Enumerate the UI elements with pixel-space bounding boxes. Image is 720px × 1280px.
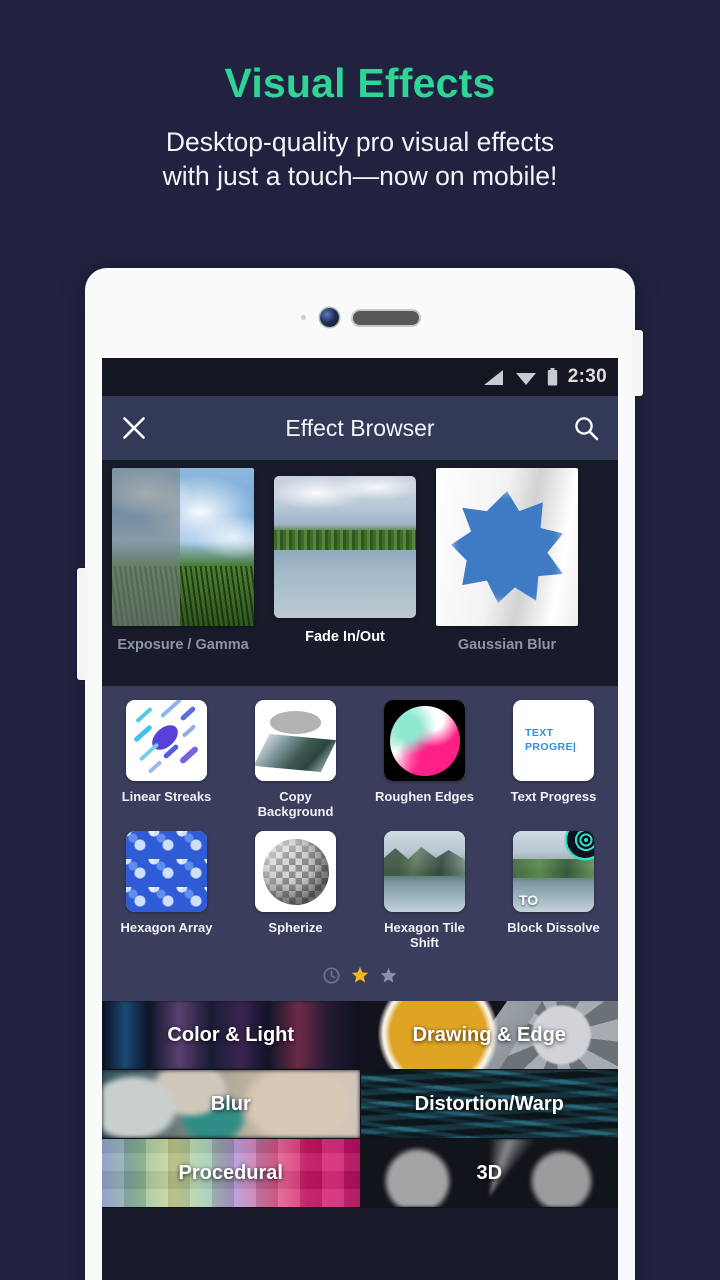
gaussian-blur-thumbnail (436, 468, 578, 626)
featured-item-label: Gaussian Blur (457, 637, 557, 653)
promo-title: Visual Effects (224, 60, 496, 106)
star-icon[interactable] (380, 967, 397, 984)
featured-item-gaussian-blur[interactable]: Gaussian Blur (436, 468, 578, 653)
roughen-edges-thumbnail (384, 700, 465, 781)
battery-icon (547, 368, 557, 386)
featured-item-label: Exposure / Gamma (117, 637, 249, 653)
category-row: Procedural 3D (102, 1139, 618, 1209)
category-tile-color-light[interactable]: Color & Light (102, 1001, 361, 1071)
category-tile-label: 3D (476, 1161, 503, 1184)
search-icon (574, 416, 598, 440)
promo-header: Visual Effects Desktop-quality pro visua… (0, 0, 720, 194)
category-row: Blur Distortion/Warp (102, 1070, 618, 1140)
effects-grid-row: Linear Streaks Copy Background Roughen E… (102, 700, 618, 831)
status-bar-clock: 2:30 (567, 366, 607, 387)
grass-layer (112, 565, 254, 626)
effect-item-hexagon-array[interactable]: Hexagon Array (102, 831, 231, 962)
wifi-icon (515, 372, 536, 385)
linear-streaks-thumbnail (126, 700, 207, 781)
text-progress-thumbnail: TEXT PROGRE| (513, 700, 594, 781)
sphere-shape-icon (262, 838, 329, 905)
category-tile-distortion-warp[interactable]: Distortion/Warp (360, 1070, 618, 1140)
thumbnail-text-line-1: TEXT (525, 726, 554, 739)
app-bar: Effect Browser (102, 396, 618, 460)
effect-item-block-dissolve[interactable]: TO Block Dissolve (489, 831, 618, 962)
hexagon-tile-shift-thumbnail (384, 831, 465, 913)
effects-grid-row: Hexagon Array Spherize Hexagon Tile Shif… (102, 831, 618, 962)
star-filled-icon[interactable] (351, 966, 369, 984)
proximity-sensor-icon (301, 315, 306, 320)
search-button[interactable] (554, 396, 618, 460)
effect-item-copy-background[interactable]: Copy Background (231, 700, 360, 831)
effect-item-spherize[interactable]: Spherize (231, 831, 360, 962)
front-camera-icon (320, 308, 339, 327)
category-tile-3d[interactable]: 3D (360, 1139, 618, 1209)
block-dissolve-thumbnail: TO (513, 831, 594, 913)
category-tile-label: Blur (210, 1092, 251, 1115)
effects-grid: Linear Streaks Copy Background Roughen E… (102, 686, 618, 1002)
effect-item-text-progress[interactable]: TEXT PROGRE| Text Progress (489, 700, 618, 831)
promo-subtitle: Desktop-quality pro visual effects with … (0, 125, 720, 194)
effect-item-label: Hexagon Tile Shift (384, 921, 465, 950)
copy-background-thumbnail (255, 700, 336, 781)
effect-item-label: Hexagon Array (120, 920, 213, 936)
close-icon (123, 417, 145, 439)
spherize-thumbnail (255, 831, 336, 913)
effect-item-roughen-edges[interactable]: Roughen Edges (360, 700, 489, 831)
effect-item-label: Text Progress (510, 789, 597, 804)
plane-shape-icon (255, 734, 336, 773)
effect-item-label: Roughen Edges (375, 789, 474, 804)
status-bar: 2:30 (102, 358, 618, 396)
page-indicator[interactable] (102, 962, 618, 996)
category-tile-drawing-edge[interactable]: Drawing & Edge (360, 1001, 618, 1071)
featured-carousel-track[interactable]: Exposure / Gamma Fade In/Out Gaussian Bl… (102, 460, 618, 653)
close-button[interactable] (102, 396, 166, 460)
spiral-icon (572, 831, 594, 853)
clock-icon[interactable] (323, 967, 340, 984)
signal-icon (483, 369, 503, 385)
star-shape-icon (451, 491, 563, 603)
category-tile-label: Color & Light (167, 1023, 295, 1046)
effect-item-linear-streaks[interactable]: Linear Streaks (102, 700, 231, 831)
effect-item-label: Copy Background (257, 789, 334, 819)
featured-item-exposure-gamma[interactable]: Exposure / Gamma (112, 468, 254, 653)
promo-subtitle-line-2: with just a touch—now on mobile! (162, 161, 558, 192)
thumbnail-text-line-2: PROGRE| (525, 740, 577, 753)
effect-label-line-1: Hexagon Tile (384, 920, 465, 936)
earpiece-speaker-icon (353, 310, 419, 325)
featured-carousel[interactable]: Exposure / Gamma Fade In/Out Gaussian Bl… (102, 460, 618, 686)
phone-screen: 2:30 Effect Browser Exposure / Gamma Fad… (102, 358, 618, 1280)
volume-button[interactable] (77, 568, 87, 680)
promo-subtitle-line-1: Desktop-quality pro visual effects (165, 127, 555, 158)
category-tile-procedural[interactable]: Procedural (102, 1139, 361, 1209)
app-bar-title: Effect Browser (285, 414, 435, 441)
power-button[interactable] (633, 330, 643, 396)
category-tiles: Color & Light Drawing & Edge Blur Distor… (102, 1001, 618, 1209)
phone-top-hardware (85, 308, 635, 327)
hexagon-array-thumbnail (126, 831, 207, 913)
phone-mockup: 2:30 Effect Browser Exposure / Gamma Fad… (77, 268, 643, 1280)
featured-item-fade-in-out[interactable]: Fade In/Out (274, 476, 416, 653)
circle-shape-icon (389, 705, 460, 776)
effect-item-label: Block Dissolve (507, 920, 600, 936)
featured-item-label: Fade In/Out (305, 629, 385, 645)
effect-item-hexagon-tile-shift[interactable]: Hexagon Tile Shift (360, 831, 489, 962)
ellipse-shape-icon (269, 711, 322, 734)
effect-label-line-2: Background (257, 803, 334, 819)
fade-in-out-thumbnail (274, 476, 416, 618)
thumbnail-overlay-text: TO (519, 892, 539, 909)
exposure-gamma-thumbnail (112, 468, 254, 626)
effect-item-label: Linear Streaks (121, 789, 212, 804)
category-tile-label: Distortion/Warp (414, 1092, 564, 1115)
effect-label-line-2: Shift (410, 934, 439, 950)
effect-label-line-1: Copy (279, 789, 312, 804)
category-tile-label: Drawing & Edge (412, 1023, 566, 1046)
category-tile-label: Procedural (178, 1161, 283, 1184)
category-tile-blur[interactable]: Blur (102, 1070, 361, 1140)
category-row: Color & Light Drawing & Edge (102, 1001, 618, 1071)
effect-item-label: Spherize (268, 920, 323, 936)
